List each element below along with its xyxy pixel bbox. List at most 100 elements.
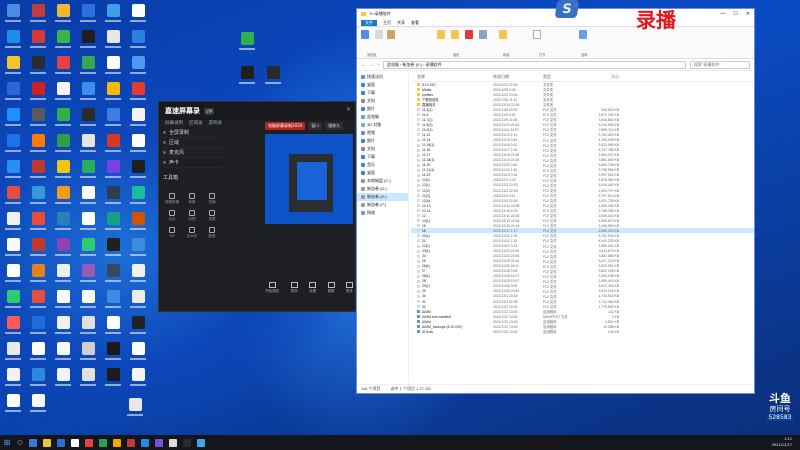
nav-item[interactable]: 视频 [357, 129, 408, 137]
desktop-shortcut-icon[interactable] [27, 288, 49, 310]
recorder-bottom-button[interactable]: 摄像 [327, 282, 335, 294]
desktop-shortcut-icon[interactable] [2, 392, 24, 414]
desktop-shortcut-icon[interactable] [27, 210, 49, 232]
nav-item[interactable]: 下载 [357, 89, 408, 97]
desktop-shortcut-icon[interactable] [52, 340, 74, 362]
ribbon-tab-file[interactable]: 文件 [361, 19, 377, 26]
back-arrow-icon[interactable]: ← [361, 62, 365, 67]
ribbon-tab-view[interactable]: 查看 [411, 20, 419, 26]
properties-button[interactable] [533, 30, 541, 40]
nav-item[interactable]: 网络 [357, 209, 408, 217]
nav-item[interactable]: 新加卷 (E:) [357, 193, 408, 201]
desktop-shortcut-icon[interactable] [2, 366, 24, 388]
recorder-option-row[interactable]: 区域 [163, 138, 223, 148]
desktop-shortcut-icon[interactable] [77, 132, 99, 154]
desktop-shortcut-icon[interactable] [52, 158, 74, 180]
desktop-shortcut-icon[interactable] [27, 106, 49, 128]
desktop-shortcut-icon[interactable] [27, 340, 49, 362]
move-button[interactable] [437, 30, 445, 40]
desktop-shortcut-icon[interactable] [52, 314, 74, 336]
desktop-shortcut-icon[interactable] [77, 314, 99, 336]
desktop-shortcut-icon[interactable] [52, 2, 74, 24]
desktop-shortcut-icon[interactable] [2, 132, 24, 154]
tool-button[interactable]: 转换 [183, 193, 201, 207]
desktop-shortcut-icon[interactable] [52, 262, 74, 284]
tool-button[interactable]: 去水印 [183, 227, 201, 241]
system-clock[interactable]: 1:11 2021/12/17 [772, 436, 792, 448]
search-icon[interactable]: ○ [14, 435, 26, 450]
desktop-shortcut-icon[interactable] [127, 210, 149, 232]
desktop-shortcut-icon[interactable] [127, 340, 149, 362]
desktop-shortcut-icon[interactable] [27, 184, 49, 206]
desktop-shortcut-icon[interactable] [52, 28, 74, 50]
desktop-shortcut-icon[interactable] [77, 158, 99, 180]
desktop-shortcut-icon[interactable] [77, 262, 99, 284]
desktop-shortcut-icon[interactable] [77, 2, 99, 24]
desktop-shortcut-icon[interactable] [27, 158, 49, 180]
nav-item[interactable]: 桌面 [357, 169, 408, 177]
close-icon[interactable]: ✕ [346, 106, 351, 113]
maximize-icon[interactable]: ☐ [733, 11, 737, 17]
desktop-shortcut-icon[interactable] [52, 80, 74, 102]
desktop-shortcut-icon[interactable] [77, 210, 99, 232]
recorder-tab[interactable]: 屏幕录制 [165, 120, 183, 126]
desktop-shortcut-icon[interactable] [2, 28, 24, 50]
desktop-shortcut-icon[interactable] [262, 64, 284, 86]
nav-item[interactable]: 此电脑 [357, 113, 408, 121]
desktop-shortcut-icon[interactable] [2, 288, 24, 310]
desktop-shortcut-icon[interactable] [77, 54, 99, 76]
nav-item[interactable]: 下载 [357, 153, 408, 161]
copy-button[interactable] [375, 30, 383, 40]
select-all-button[interactable] [579, 30, 587, 40]
desktop-shortcut-icon[interactable] [102, 2, 124, 24]
taskbar-app-button[interactable] [26, 435, 40, 450]
desktop-shortcut-icon[interactable] [77, 80, 99, 102]
desktop-shortcut-icon[interactable] [127, 288, 149, 310]
desktop-shortcut-icon[interactable] [127, 262, 149, 284]
rename-button[interactable] [479, 30, 487, 40]
desktop-shortcut-icon[interactable] [102, 262, 124, 284]
nav-item[interactable]: 3D 对象 [357, 121, 408, 129]
column-header-name[interactable]: 名称 [411, 74, 493, 80]
nav-item[interactable]: 新加卷 (D:) [357, 185, 408, 193]
nav-item[interactable]: 文档 [357, 97, 408, 105]
recorder-bottom-button[interactable]: 暂停 [290, 282, 298, 294]
up-arrow-icon[interactable]: ↑ [377, 62, 379, 67]
desktop-shortcut-icon[interactable] [2, 210, 24, 232]
desktop-shortcut-icon[interactable] [27, 366, 49, 388]
taskbar-app-button[interactable] [96, 435, 110, 450]
desktop-shortcut-icon[interactable] [127, 158, 149, 180]
forward-arrow-icon[interactable]: → [369, 62, 373, 67]
nav-item[interactable]: 本地磁盘 (C:) [357, 177, 408, 185]
column-header-date[interactable]: 修改日期 [493, 74, 543, 80]
desktop-shortcut-icon[interactable] [102, 80, 124, 102]
desktop-shortcut-icon[interactable] [2, 54, 24, 76]
nav-item[interactable]: 音乐 [357, 161, 408, 169]
minimize-icon[interactable]: — [720, 11, 725, 17]
desktop-shortcut-icon[interactable] [2, 340, 24, 362]
desktop-shortcut-icon[interactable] [77, 340, 99, 362]
delete-button[interactable] [465, 30, 473, 40]
desktop-shortcut-icon[interactable] [2, 80, 24, 102]
desktop-shortcut-icon[interactable] [52, 106, 74, 128]
close-icon[interactable]: ✕ [746, 11, 750, 17]
desktop-shortcut-icon[interactable] [77, 106, 99, 128]
paste-button[interactable] [387, 30, 395, 40]
taskbar-app-button[interactable] [54, 435, 68, 450]
desktop-shortcut-icon[interactable] [52, 288, 74, 310]
desktop-shortcut-icon[interactable] [52, 54, 74, 76]
copy-to-button[interactable] [451, 30, 459, 40]
desktop-shortcut-icon[interactable] [52, 184, 74, 206]
desktop-shortcut-icon[interactable] [127, 314, 149, 336]
desktop-shortcut-icon[interactable] [236, 30, 258, 52]
desktop-shortcut-icon[interactable] [127, 184, 149, 206]
desktop-shortcut-icon[interactable] [102, 132, 124, 154]
desktop-shortcut-icon[interactable] [102, 340, 124, 362]
desktop-shortcut-icon[interactable] [102, 54, 124, 76]
desktop-shortcut-icon[interactable] [102, 314, 124, 336]
desktop-shortcut-icon[interactable] [127, 28, 149, 50]
recorder-option-row[interactable]: 全屏录制 [163, 128, 223, 138]
desktop-shortcut-icon[interactable] [52, 366, 74, 388]
desktop-shortcut-icon[interactable] [27, 54, 49, 76]
taskbar-app-button[interactable] [40, 435, 54, 450]
